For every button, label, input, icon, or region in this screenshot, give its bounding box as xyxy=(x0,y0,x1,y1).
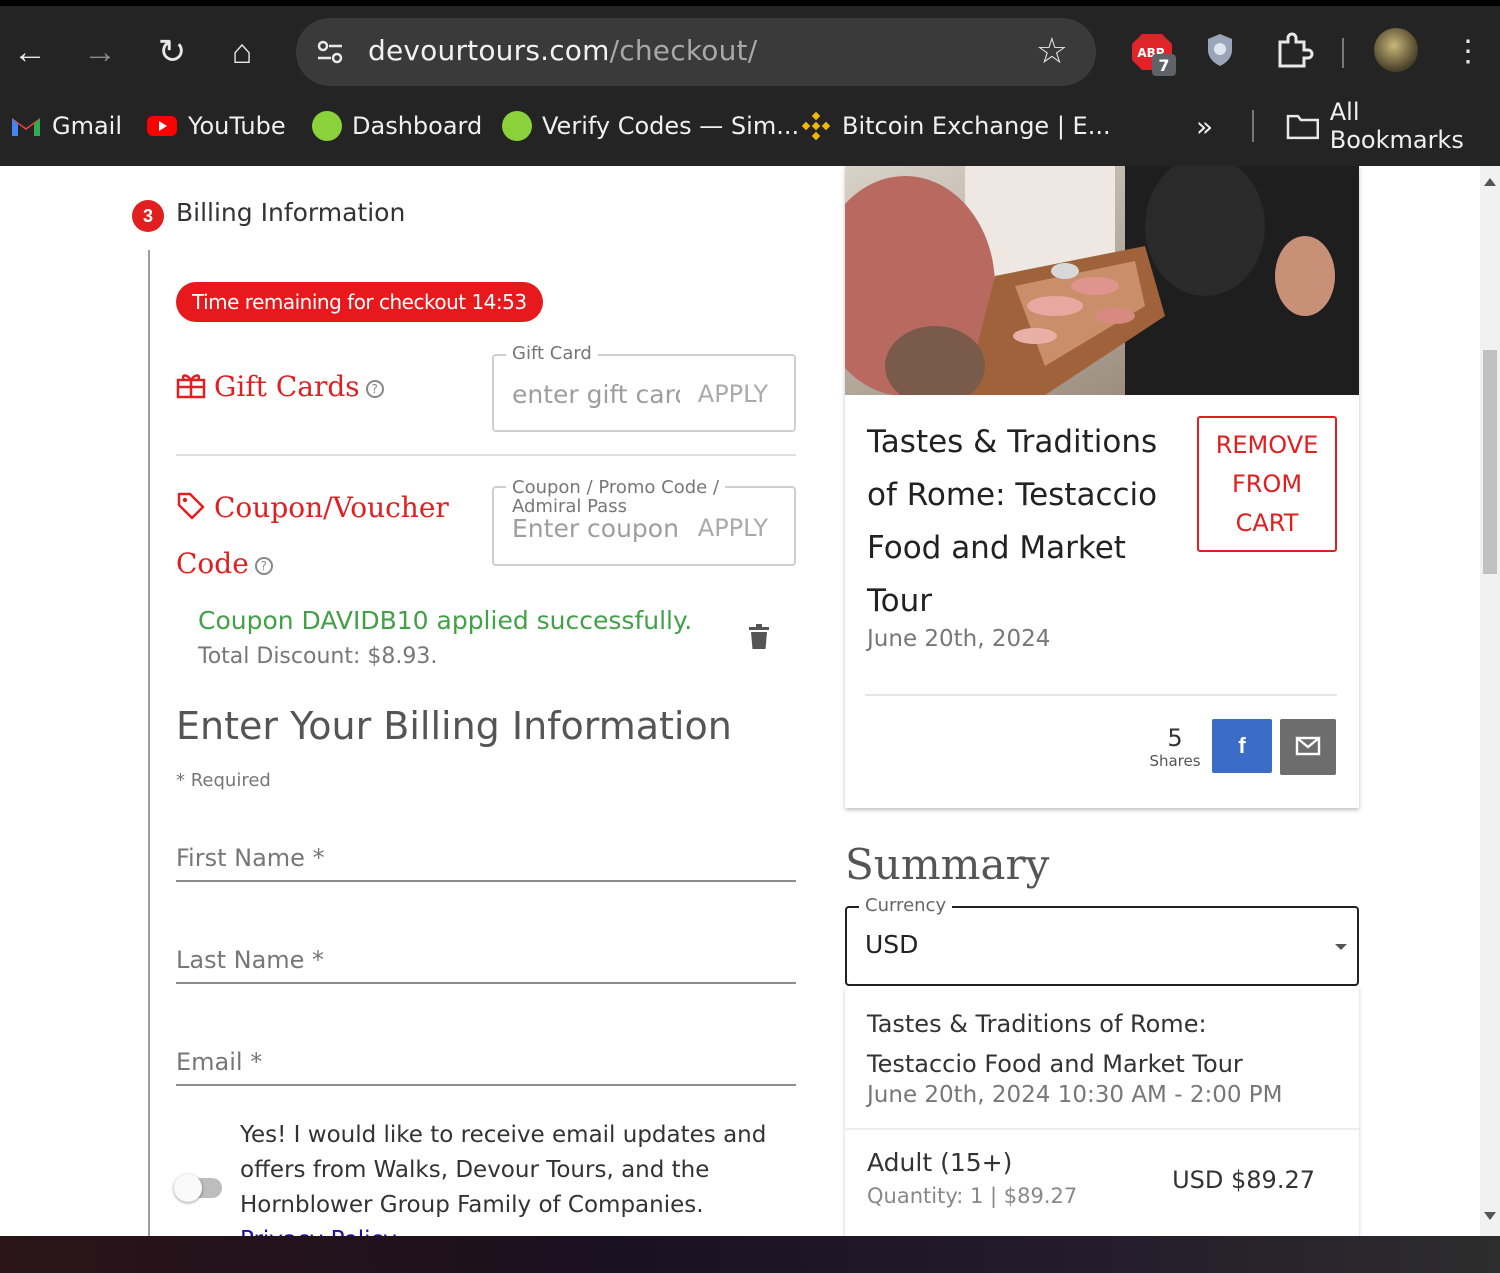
binance-icon xyxy=(801,111,831,141)
card-divider xyxy=(865,694,1337,696)
gift-card-field[interactable]: Gift Card enter gift card APPLY xyxy=(492,344,796,432)
marketing-optin-toggle[interactable] xyxy=(174,1174,222,1202)
desktop-background-strip xyxy=(0,1236,1500,1273)
gift-cards-help-icon[interactable]: ? xyxy=(365,379,384,398)
gmail-icon xyxy=(12,118,40,136)
checkout-timer-badge: Time remaining for checkout 14:53 xyxy=(176,282,543,322)
bookmark-verify-codes[interactable]: Verify Codes — Sim... xyxy=(502,108,799,144)
site-settings-icon[interactable] xyxy=(314,36,346,68)
coupon-voucher-label: Coupon/Voucher Code? xyxy=(176,491,449,580)
folder-icon xyxy=(1286,114,1320,140)
summary-item-datetime: June 20th, 2024 10:30 AM - 2:00 PM xyxy=(867,1082,1283,1108)
shield-extension-icon[interactable] xyxy=(1204,30,1236,74)
address-bar[interactable]: devourtours.com/checkout/ ☆ xyxy=(296,18,1096,86)
envelope-icon xyxy=(1295,736,1321,756)
ticket-type: Adult (15+) xyxy=(867,1148,1013,1177)
gift-card-field-label: Gift Card xyxy=(506,344,598,364)
gift-cards-label: Gift Cards? xyxy=(176,370,384,403)
privacy-policy-link[interactable]: Privacy Policy xyxy=(240,1227,397,1236)
first-name-field[interactable]: First Name * xyxy=(176,834,796,882)
step-connector-line xyxy=(148,250,150,1236)
bookmarks-separator xyxy=(1252,110,1254,142)
step-number-badge: 3 xyxy=(132,200,164,232)
tag-icon xyxy=(177,492,205,520)
back-icon[interactable]: ← xyxy=(6,28,54,76)
step-title: Billing Information xyxy=(176,198,406,227)
extensions-puzzle-icon[interactable] xyxy=(1274,30,1314,74)
gift-card-apply-button[interactable]: APPLY xyxy=(698,380,768,408)
all-bookmarks-button[interactable]: All Bookmarks xyxy=(1286,98,1500,154)
page-scrollbar[interactable] xyxy=(1480,166,1500,1236)
tour-card: Tastes & Traditions of Rome: Testaccio F… xyxy=(845,166,1359,808)
reload-icon[interactable]: ↻ xyxy=(148,28,196,76)
section-divider xyxy=(176,454,796,456)
verify-codes-favicon-icon xyxy=(502,111,532,141)
bookmark-bitcoin-exchange[interactable]: Bitcoin Exchange | E... xyxy=(800,108,1111,144)
profile-avatar[interactable] xyxy=(1374,28,1418,72)
summary-item-title: Tastes & Traditions of Rome: Testaccio F… xyxy=(867,1010,1243,1078)
youtube-icon xyxy=(147,116,177,136)
coupon-help-icon[interactable]: ? xyxy=(254,556,273,575)
ticket-quantity: Quantity: 1 | $89.27 xyxy=(867,1184,1078,1208)
total-discount-text: Total Discount: $8.93. xyxy=(198,644,438,669)
forward-icon[interactable]: → xyxy=(76,28,124,76)
required-note: * Required xyxy=(176,770,271,791)
scroll-down-arrow-icon[interactable] xyxy=(1484,1212,1496,1220)
tour-photo xyxy=(845,166,1359,395)
home-icon[interactable]: ⌂ xyxy=(218,28,266,76)
tour-title[interactable]: Tastes & Traditions of Rome: Testaccio F… xyxy=(867,416,1167,628)
bookmark-star-icon[interactable]: ☆ xyxy=(1036,30,1068,72)
last-name-label: Last Name * xyxy=(176,946,325,974)
coupon-apply-button[interactable]: APPLY xyxy=(698,514,768,542)
dropdown-arrow-icon xyxy=(1335,944,1347,950)
email-label: Email * xyxy=(176,1048,263,1076)
bookmarks-overflow-chevron-icon[interactable]: » xyxy=(1196,108,1213,144)
summary-heading: Summary xyxy=(845,840,1050,889)
marketing-optin-text: Yes! I would like to receive email updat… xyxy=(240,1118,780,1236)
page-viewport: 3 Billing Information Time remaining for… xyxy=(0,166,1480,1236)
coupon-code-field-label: Coupon / Promo Code / Admiral Pass xyxy=(506,478,726,516)
bookmark-dashboard[interactable]: Dashboard xyxy=(312,108,482,144)
toggle-knob xyxy=(174,1174,202,1202)
bookmark-youtube[interactable]: YouTube xyxy=(146,108,286,144)
dashboard-favicon-icon xyxy=(312,111,342,141)
menu-kebab-icon[interactable]: ⋮ xyxy=(1444,28,1492,76)
coupon-code-input[interactable]: Enter coupon code xyxy=(512,514,680,543)
tour-date: June 20th, 2024 xyxy=(867,626,1051,652)
currency-value: USD xyxy=(865,930,919,959)
shares-label: Shares xyxy=(1149,752,1201,770)
gift-card-input[interactable]: enter gift card xyxy=(512,380,680,409)
shares-count: 5 xyxy=(1167,724,1183,752)
url-text[interactable]: devourtours.com/checkout/ xyxy=(368,34,757,67)
bookmarks-bar: Gmail YouTube Dashboard Verify Codes — S… xyxy=(0,98,1500,154)
scroll-up-arrow-icon[interactable] xyxy=(1484,178,1496,186)
bookmark-gmail[interactable]: Gmail xyxy=(10,108,122,144)
svg-text:7: 7 xyxy=(1158,56,1169,75)
line-price: USD $89.27 xyxy=(1172,1166,1315,1194)
currency-label: Currency xyxy=(859,896,953,916)
facebook-icon: f xyxy=(1238,733,1246,758)
tab-strip xyxy=(0,0,1500,6)
billing-heading: Enter Your Billing Information xyxy=(176,704,732,748)
coupon-code-field[interactable]: Coupon / Promo Code / Admiral Pass Enter … xyxy=(492,478,796,566)
coupon-success-message: Coupon DAVIDB10 applied successfully. xyxy=(198,606,693,635)
summary-box: Tastes & Traditions of Rome: Testaccio F… xyxy=(845,986,1359,1236)
email-field[interactable]: Email * xyxy=(176,1038,796,1086)
scroll-thumb[interactable] xyxy=(1483,350,1497,574)
gift-icon xyxy=(176,374,206,399)
facebook-share-button[interactable]: f xyxy=(1212,719,1272,773)
adblock-extension-icon[interactable]: ABP 7 xyxy=(1130,30,1178,76)
summary-divider xyxy=(845,1128,1359,1130)
toolbar-separator xyxy=(1342,38,1344,68)
browser-toolbar: ← → ↻ ⌂ devourtours.com/checkout/ ☆ ABP … xyxy=(0,0,1500,166)
email-share-button[interactable] xyxy=(1280,719,1336,775)
remove-coupon-trash-icon[interactable] xyxy=(748,624,770,650)
currency-select[interactable]: Currency USD xyxy=(845,896,1359,986)
first-name-label: First Name * xyxy=(176,844,325,872)
last-name-field[interactable]: Last Name * xyxy=(176,936,796,984)
remove-from-cart-button[interactable]: REMOVE FROM CART xyxy=(1197,416,1337,552)
